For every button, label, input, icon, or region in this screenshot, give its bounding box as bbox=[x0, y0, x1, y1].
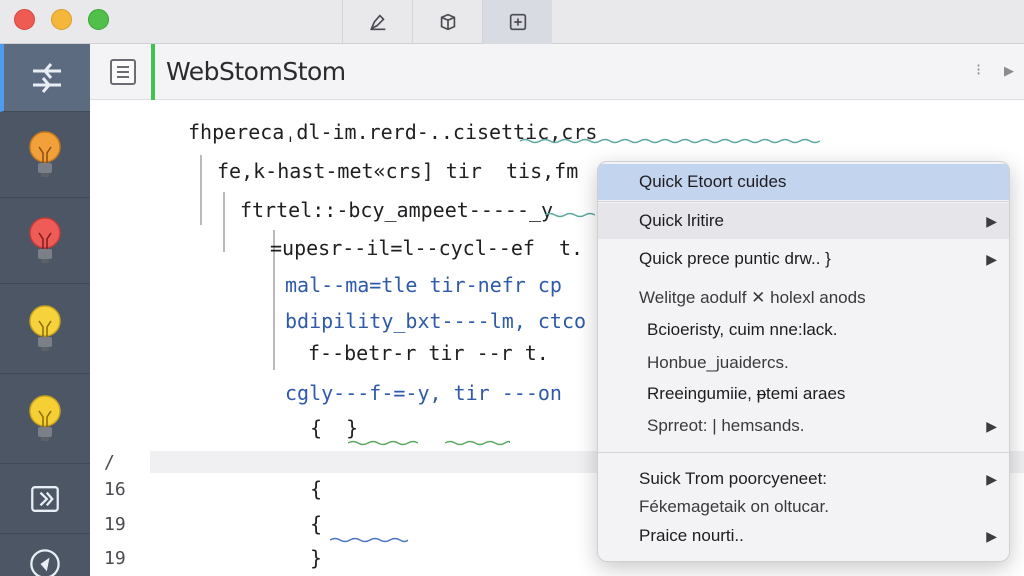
code-line: ftrtel::-bcy_ampeet-----_y bbox=[240, 198, 554, 222]
lightbulb-yellow-icon bbox=[29, 304, 61, 351]
code-line: fe,k-hast-met«crs] tir tis,fm bbox=[217, 159, 579, 183]
code-line: { bbox=[310, 477, 323, 501]
code-line: =upesr--il=l--cycl--ef t. bbox=[270, 236, 584, 260]
code-line: { bbox=[310, 512, 323, 536]
activity-item-bulb-yellow-1[interactable] bbox=[0, 284, 90, 374]
line-number: / bbox=[104, 452, 115, 473]
run-circle-icon bbox=[30, 549, 60, 576]
indent-guide bbox=[223, 192, 225, 252]
lint-squiggle bbox=[545, 212, 595, 218]
editor-header: WebStomStom ⁝ ▶ bbox=[90, 44, 1024, 100]
menu-item-quick-prece[interactable]: Quick prece puntic drw.. } ▶ bbox=[598, 241, 1009, 277]
menu-item-label: Fékemagetaik on oltucar. bbox=[639, 497, 829, 516]
cube-icon bbox=[440, 13, 455, 31]
minimize-window-button[interactable] bbox=[51, 9, 72, 30]
menu-item-label: Suick Trom poorcyeneet: bbox=[639, 469, 828, 488]
submenu-arrow-icon: ▶ bbox=[986, 527, 997, 544]
activity-item-bulb-yellow-2[interactable] bbox=[0, 374, 90, 464]
lightbulb-red-icon bbox=[29, 216, 61, 263]
activity-item-bulb-orange[interactable] bbox=[0, 112, 90, 198]
menu-item-quick-etoort-cuides[interactable]: Quick Etoort cuides bbox=[598, 164, 1009, 200]
activity-item-refresh[interactable] bbox=[0, 464, 90, 534]
indent-guide bbox=[200, 155, 202, 225]
submenu-arrow-icon: ▶ bbox=[986, 470, 997, 487]
menu-item-praice-nourti[interactable]: Praice nourti.. ▶ bbox=[598, 518, 1009, 554]
toolbar-tab-cube[interactable] bbox=[412, 0, 482, 44]
menu-item-quick-lritire[interactable]: Quick lritire ▶ bbox=[598, 203, 1009, 239]
code-line: { } bbox=[310, 416, 359, 440]
lint-squiggle bbox=[348, 440, 418, 446]
more-options-icon[interactable]: ⁝ bbox=[976, 60, 981, 80]
submenu-arrow-icon: ▶ bbox=[986, 212, 997, 229]
activity-item-settings[interactable] bbox=[0, 44, 90, 112]
lint-squiggle bbox=[520, 138, 820, 144]
menu-item-label: Praice nourti.. bbox=[639, 526, 744, 545]
toolbar-tab-add-frame[interactable] bbox=[482, 0, 552, 44]
submenu-arrow-icon: ▶ bbox=[986, 417, 997, 434]
submenu-arrow-icon: ▶ bbox=[986, 250, 997, 267]
ide-window: WebStomStom ⁝ ▶ / 16 19 19 fhperecaˌdl-i… bbox=[0, 0, 1024, 576]
context-menu: Quick Etoort cuides Quick lritire ▶ Quic… bbox=[597, 161, 1010, 562]
add-frame-icon bbox=[509, 13, 526, 31]
close-window-button[interactable] bbox=[14, 9, 35, 30]
menu-item-welitge[interactable]: Welitge aodulf ✕ holexl anods bbox=[598, 280, 1009, 316]
activity-item-bulb-red[interactable] bbox=[0, 198, 90, 284]
expand-arrow-icon[interactable]: ▶ bbox=[1004, 63, 1014, 79]
menu-item-label: Quick prece puntic drw.. } bbox=[639, 249, 831, 268]
active-file-indicator bbox=[151, 44, 155, 100]
document-icon[interactable] bbox=[110, 59, 136, 85]
editor-title: WebStomStom bbox=[166, 57, 346, 86]
pen-icon bbox=[369, 14, 385, 31]
menu-item-label: Welitge aodulf ✕ holexl anods bbox=[639, 288, 866, 307]
code-line: bdipility_bxt----lm, ctco bbox=[285, 309, 587, 333]
zoom-window-button[interactable] bbox=[88, 9, 109, 30]
code-line: } bbox=[310, 546, 323, 570]
code-line: mal--ma=tle tir-nefr cp bbox=[285, 273, 562, 297]
menu-separator bbox=[598, 201, 1009, 202]
code-line: f--betr-r tir --r t. bbox=[308, 341, 549, 365]
menu-item-rreeingumiie[interactable]: Rreeingumiie, ᵽtemi araes bbox=[598, 376, 1009, 412]
lint-squiggle bbox=[445, 440, 510, 446]
line-number: 16 bbox=[104, 479, 126, 500]
menu-item-bcioeristy[interactable]: Bcioeristy, cuim nne:lack. bbox=[598, 312, 1009, 348]
menu-item-label: Quick lritire bbox=[639, 211, 725, 230]
menu-item-label: Bcioeristy, cuim nne:lack. bbox=[647, 320, 838, 339]
lint-squiggle bbox=[330, 537, 408, 543]
activity-item-run[interactable] bbox=[0, 534, 90, 576]
menu-item-sprreot[interactable]: Sprreot: | hemsands. ▶ bbox=[598, 408, 1009, 444]
lightbulb-orange-icon bbox=[29, 130, 61, 177]
code-line: cgly---f-=-y, tir ---on bbox=[285, 381, 562, 405]
menu-item-label: Rreeingumiie, ᵽtemi araes bbox=[647, 384, 846, 403]
menu-item-label: Quick Etoort cuides bbox=[639, 172, 787, 191]
refresh-frame-icon bbox=[31, 485, 59, 512]
sliders-icon bbox=[33, 62, 61, 93]
activity-bar bbox=[0, 44, 90, 576]
lightbulb-yellow-icon bbox=[29, 394, 61, 441]
line-number: 19 bbox=[104, 514, 126, 535]
menu-item-label: Sprreot: | hemsands. bbox=[647, 416, 805, 435]
toolbar-tab-pen[interactable] bbox=[342, 0, 412, 44]
menu-separator bbox=[598, 452, 1009, 453]
line-number: 19 bbox=[104, 548, 126, 569]
title-bar bbox=[0, 0, 1024, 44]
menu-item-label: Honbue_juaidercs. bbox=[647, 353, 789, 372]
